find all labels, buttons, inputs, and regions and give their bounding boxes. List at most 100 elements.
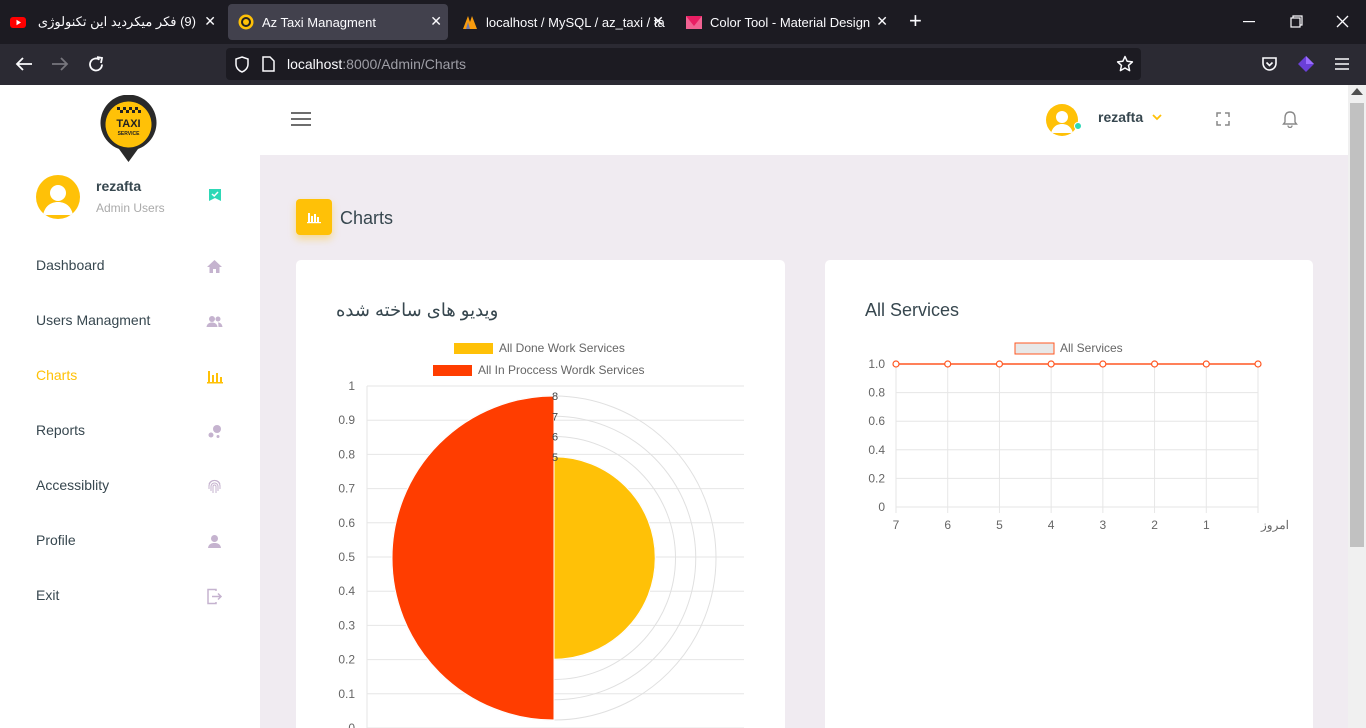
- exit-icon: [207, 588, 223, 605]
- restore-icon[interactable]: [1290, 15, 1303, 28]
- legend-label: All In Proccess Wordk Services: [478, 363, 645, 377]
- sidebar-item-label: Dashboard: [36, 257, 105, 273]
- legend-swatch: [454, 343, 493, 354]
- chart-card-polar: ویدیو های ساخته شده All Done Work Servic…: [296, 260, 785, 728]
- sidebar-item-label: Exit: [36, 587, 60, 603]
- forward-icon[interactable]: [51, 56, 69, 72]
- bell-icon[interactable]: [1282, 110, 1298, 128]
- y-tick-label: 0: [348, 721, 355, 728]
- users-icon: [206, 316, 223, 327]
- y-tick-label: 0.1: [338, 687, 355, 701]
- bookmark-star-icon[interactable]: [1116, 55, 1134, 73]
- menu-icon[interactable]: [1335, 58, 1349, 70]
- browser-tab-title: (9) فکر میکردید این تکنولوژی ها: [34, 14, 196, 29]
- logo-text-service: SERVICE: [118, 131, 141, 137]
- app-page: TAXI SERVICE rezafta Admin Users Dashboa…: [0, 85, 1348, 728]
- sidebar-item-charts[interactable]: Charts: [0, 356, 260, 396]
- user-icon: [208, 535, 221, 548]
- y-tick-label: 0.5: [338, 550, 355, 564]
- data-point: [1150, 360, 1159, 368]
- polar-area-chart: All Done Work Services All In Proccess Wo…: [338, 341, 744, 728]
- browser-tab[interactable]: localhost / MySQL / az_taxi / ta ✕: [452, 4, 670, 40]
- sidebar-item-accessibility[interactable]: Accessiblity: [0, 466, 260, 506]
- sidebar-item-dashboard[interactable]: Dashboard: [0, 246, 260, 286]
- x-tick-label: 6: [944, 518, 951, 532]
- scrollbar-thumb[interactable]: [1350, 103, 1364, 547]
- close-tab-icon[interactable]: ✕: [430, 13, 442, 30]
- top-header: rezafta: [260, 85, 1348, 155]
- legend-label: All Services: [1060, 341, 1123, 355]
- y-tick-label: 0.7: [338, 482, 355, 496]
- radial-tick-label: 7: [552, 411, 558, 423]
- home-icon: [207, 260, 222, 273]
- bar-chart-icon: [207, 371, 223, 384]
- x-tick-label: 5: [996, 518, 1003, 532]
- browser-tab-title: localhost / MySQL / az_taxi / ta: [486, 14, 665, 30]
- fullscreen-icon[interactable]: [1216, 112, 1230, 126]
- close-tab-icon[interactable]: ✕: [204, 13, 216, 30]
- y-tick-label: 0.3: [338, 618, 355, 632]
- browser-tab-active[interactable]: Az Taxi Managment ✕: [228, 4, 448, 40]
- url-bar[interactable]: localhost:8000/Admin/Charts: [226, 48, 1141, 80]
- sidebar-item-profile[interactable]: Profile: [0, 521, 260, 561]
- close-tab-icon[interactable]: ✕: [652, 13, 664, 30]
- taxi-logo-icon: [238, 14, 254, 30]
- url-text[interactable]: localhost:8000/Admin/Charts: [287, 56, 466, 72]
- new-tab-button[interactable]: +: [909, 10, 922, 32]
- close-window-icon[interactable]: [1336, 15, 1349, 28]
- header-avatar[interactable]: [1046, 104, 1078, 136]
- x-tick-label: 7: [893, 518, 900, 532]
- youtube-icon: [10, 17, 26, 28]
- data-point: [995, 360, 1004, 368]
- sidebar-user-name: rezafta: [96, 178, 142, 194]
- y-tick-label: 0.8: [338, 447, 355, 461]
- y-tick-label: 0.8: [868, 386, 885, 400]
- bubbles-icon: [208, 425, 221, 438]
- sidebar-user-role: Admin Users: [96, 201, 165, 215]
- polar-slice: [553, 456, 656, 660]
- browser-tab[interactable]: (9) فکر میکردید این تکنولوژی ها ✕: [0, 4, 222, 40]
- scroll-up-icon[interactable]: [1351, 88, 1363, 95]
- radial-tick-label: 5: [552, 452, 558, 464]
- user-avatar-icon: [1051, 111, 1073, 133]
- radial-tick-label: 8: [552, 391, 558, 403]
- y-tick-label: 0.2: [338, 653, 355, 667]
- browser-tab-bar: (9) فکر میکردید این تکنولوژی ها ✕ Az Tax…: [0, 0, 1366, 44]
- sidebar-item-reports[interactable]: Reports: [0, 411, 260, 451]
- reload-icon[interactable]: [88, 56, 105, 73]
- sidebar-item-users[interactable]: Users Managment: [0, 301, 260, 341]
- x-tick-label: 4: [1048, 518, 1055, 532]
- taxi-logo[interactable]: TAXI SERVICE: [99, 95, 158, 163]
- extension-icon[interactable]: [1297, 55, 1315, 73]
- legend-swatch: [433, 365, 472, 376]
- hamburger-menu-icon[interactable]: [291, 112, 311, 126]
- data-point: [1047, 360, 1055, 368]
- sidebar-item-exit[interactable]: Exit: [0, 576, 260, 616]
- back-icon[interactable]: [15, 56, 33, 72]
- y-tick-label: 0.4: [868, 443, 885, 457]
- polar-slice: [391, 395, 555, 721]
- page-icon: [262, 56, 275, 72]
- header-user-name[interactable]: rezafta: [1098, 109, 1143, 125]
- verified-badge-icon[interactable]: [208, 188, 222, 202]
- browser-tab-title: Az Taxi Managment: [262, 14, 376, 30]
- sidebar-item-label: Users Managment: [36, 312, 151, 328]
- close-tab-icon[interactable]: ✕: [876, 13, 888, 30]
- x-tick-label: 1: [1203, 518, 1210, 532]
- legend-swatch: [1014, 342, 1055, 355]
- logo-text-taxi: TAXI: [116, 118, 140, 130]
- chevron-down-icon[interactable]: [1152, 113, 1162, 121]
- legend-label: All Done Work Services: [499, 341, 625, 355]
- shield-icon[interactable]: [234, 56, 250, 73]
- fingerprint-icon: [208, 479, 221, 493]
- avatar[interactable]: [36, 175, 80, 219]
- pocket-icon[interactable]: [1261, 56, 1278, 72]
- browser-tab[interactable]: Color Tool - Material Design ✕: [676, 4, 894, 40]
- browser-toolbar: localhost:8000/Admin/Charts: [0, 44, 1366, 85]
- minimize-icon[interactable]: [1243, 21, 1255, 23]
- user-avatar-icon: [43, 185, 73, 215]
- y-tick-label: 1.0: [868, 357, 885, 371]
- browser-tab-title: Color Tool - Material Design: [710, 14, 871, 30]
- sidebar-item-label: Accessiblity: [36, 477, 110, 493]
- sidebar-item-label: Charts: [36, 367, 78, 383]
